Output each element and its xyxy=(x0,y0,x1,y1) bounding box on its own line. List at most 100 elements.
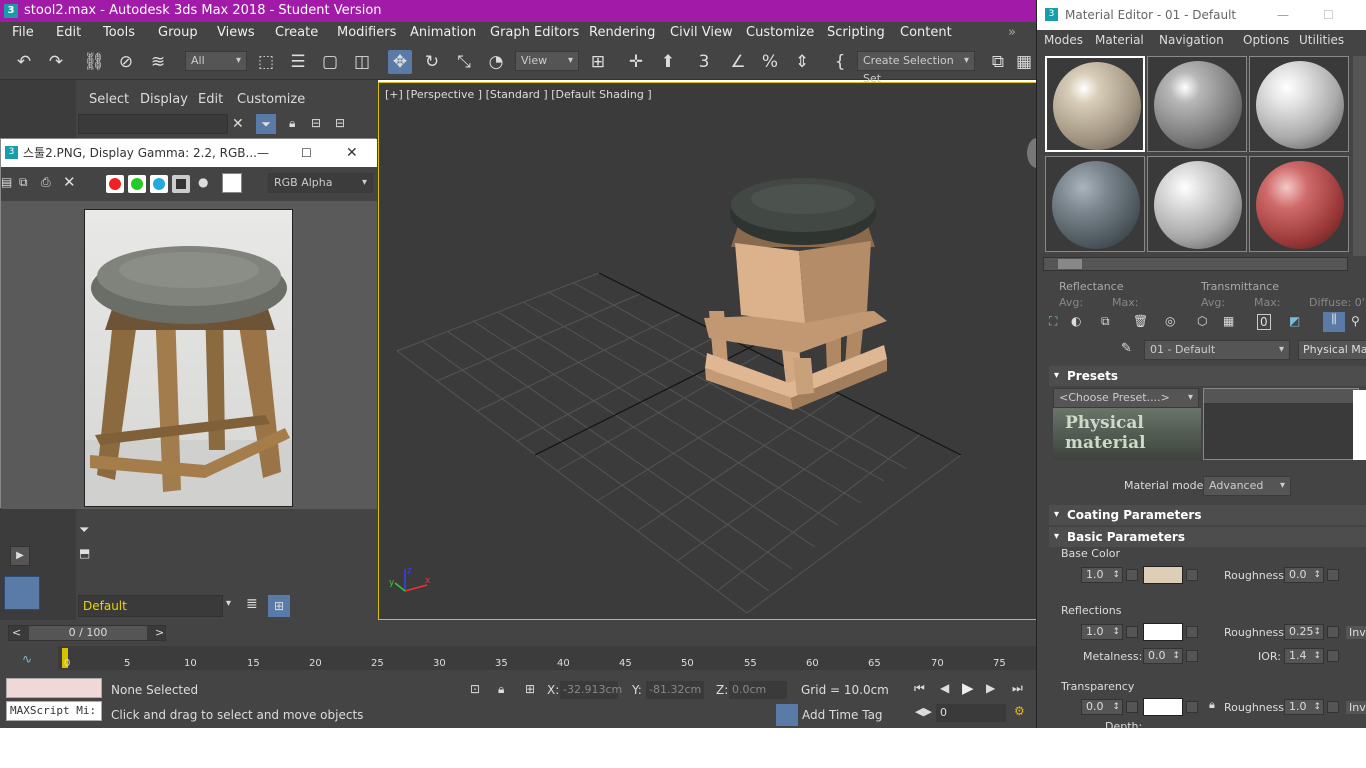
menu-civil-view[interactable]: Civil View xyxy=(670,25,733,40)
align-icon[interactable]: ▦ xyxy=(1012,50,1036,74)
delete-material-icon[interactable]: 🗑︎ xyxy=(1133,314,1148,328)
transparency-roughness-spinner[interactable]: 1.0 xyxy=(1284,699,1324,715)
select-by-name-icon[interactable]: ☰ xyxy=(286,50,310,74)
base-roughness-spinner[interactable]: 0.0 xyxy=(1284,567,1324,583)
reflection-inv-toggle[interactable]: Inv xyxy=(1346,626,1366,639)
roughness-lock-icon[interactable]: 🔒︎ xyxy=(1209,698,1215,712)
menu-customize[interactable]: Customize xyxy=(746,25,814,40)
basic-parameters-rollout[interactable]: Basic Parameters xyxy=(1049,527,1366,547)
layer-dropdown-arrow-icon[interactable]: ▾ xyxy=(226,598,231,609)
pick-material-icon[interactable]: ⚲ xyxy=(1351,314,1360,328)
menu-scripting[interactable]: Scripting xyxy=(827,25,885,40)
put-to-scene-icon[interactable]: ◐ xyxy=(1071,314,1081,328)
folder-icon[interactable]: ⬒ xyxy=(79,546,90,560)
channel-dropdown[interactable]: RGB Alpha xyxy=(268,173,373,193)
material-id-icon[interactable]: ▦ xyxy=(1223,314,1234,328)
link-icon[interactable]: ⛓ xyxy=(82,50,106,74)
sample-slot-6[interactable] xyxy=(1249,156,1349,252)
selection-lock-icon[interactable]: 🔒︎ xyxy=(498,682,504,697)
slider-prev-icon[interactable]: < xyxy=(12,626,21,639)
angle-snap-icon[interactable]: ∠ xyxy=(726,50,750,74)
selection-filter-dropdown[interactable]: All xyxy=(185,51,247,71)
menu-modifiers[interactable]: Modifiers xyxy=(337,25,396,40)
show-end-result-icon[interactable]: ⫼ xyxy=(1323,312,1345,332)
transparency-inv-toggle[interactable]: Inv xyxy=(1346,701,1366,714)
track-bar[interactable]: 0 5 10 15 20 25 30 35 40 45 50 55 60 65 … xyxy=(58,646,1036,670)
perspective-viewport[interactable]: [+] [Perspective ] [Standard ] [Default … xyxy=(378,82,1038,620)
menu-file[interactable]: File xyxy=(12,25,34,40)
mono-button[interactable]: ● xyxy=(198,175,208,189)
base-color-swatch[interactable] xyxy=(1143,566,1183,584)
go-to-end-icon[interactable]: ⏭ xyxy=(1012,681,1023,696)
layer-dropdown[interactable]: Default xyxy=(78,595,223,617)
pivot-center-icon[interactable]: ⊞ xyxy=(586,50,610,74)
time-configuration-icon[interactable]: ⚙ xyxy=(1014,704,1025,718)
base-roughness-map-button[interactable] xyxy=(1327,569,1339,581)
reflection-roughness-spinner[interactable]: 0.25 xyxy=(1284,624,1324,640)
material-name-field[interactable]: 01 - Default xyxy=(1144,340,1290,360)
select-and-move-icon[interactable]: ✥ xyxy=(388,50,412,74)
select-object-icon[interactable]: ⬚ xyxy=(254,50,278,74)
absolute-mode-icon[interactable]: ⊞ xyxy=(525,682,535,696)
transparency-weight-spinner[interactable]: 0.0 xyxy=(1081,699,1123,715)
sample-slot-5[interactable] xyxy=(1147,156,1247,252)
maxscript-mini-listener[interactable]: MAXScript Mi: xyxy=(6,701,102,721)
explorer-tab-select[interactable]: Select xyxy=(89,92,129,107)
reference-coordinate-dropdown[interactable]: View xyxy=(515,51,579,71)
filter-icon[interactable]: ⏷ xyxy=(256,114,276,134)
play-icon[interactable]: ▶ xyxy=(962,679,974,697)
z-coordinate-field[interactable]: 0.0cm xyxy=(729,681,787,699)
sample-slot-1[interactable] xyxy=(1045,56,1145,152)
slider-next-icon[interactable]: > xyxy=(155,626,164,639)
current-frame-field[interactable]: 0 xyxy=(936,704,1006,722)
spinner-snap-icon[interactable]: ⇕ xyxy=(790,50,814,74)
edit-named-selection-icon[interactable]: { xyxy=(828,50,852,74)
explorer-search-input[interactable] xyxy=(78,114,228,134)
metalness-map-button[interactable] xyxy=(1186,650,1198,662)
metalness-spinner[interactable]: 0.0 xyxy=(1143,648,1183,664)
previous-frame-icon[interactable]: ◀︎ xyxy=(940,681,949,695)
red-channel-button[interactable] xyxy=(106,175,124,193)
sample-slot-4[interactable] xyxy=(1045,156,1145,252)
percent-snap-icon[interactable]: % xyxy=(758,50,782,74)
keyboard-shortcut-override-icon[interactable]: ⬆ xyxy=(656,50,680,74)
reflection-weight-spinner[interactable]: 1.0 xyxy=(1081,624,1123,640)
close-icon[interactable]: ✕ xyxy=(346,139,358,167)
funnel-icon[interactable]: ⏷ xyxy=(79,523,89,538)
ior-map-button[interactable] xyxy=(1327,650,1339,662)
menu-content[interactable]: Content xyxy=(900,25,952,40)
transparency-roughness-map-button[interactable] xyxy=(1327,701,1339,713)
menu-utilities[interactable]: Utilities xyxy=(1299,33,1344,47)
library-icon[interactable]: ⬡ xyxy=(1197,314,1207,328)
sample-slot-2[interactable] xyxy=(1147,56,1247,152)
maximize-icon[interactable]: ☐ xyxy=(1323,0,1334,30)
show-in-viewport-icon[interactable]: ◩ xyxy=(1289,314,1300,328)
menu-modes[interactable]: Modes xyxy=(1044,33,1083,47)
go-to-start-icon[interactable]: ⏮ xyxy=(914,681,925,696)
material-type-button[interactable]: Physical Mate xyxy=(1298,340,1366,360)
menu-group[interactable]: Group xyxy=(158,25,198,40)
blue-channel-button[interactable] xyxy=(150,175,168,193)
transparency-weight-map-button[interactable] xyxy=(1126,701,1138,713)
maximize-icon[interactable]: ☐ xyxy=(301,139,312,167)
make-unique-icon[interactable]: ◎ xyxy=(1165,314,1175,328)
snaps-toggle-icon[interactable]: 3 xyxy=(692,50,716,74)
reflection-roughness-map-button[interactable] xyxy=(1327,626,1339,638)
menu-create[interactable]: Create xyxy=(275,25,318,40)
material-mode-dropdown[interactable]: Advanced xyxy=(1203,476,1291,496)
time-tag-icon[interactable] xyxy=(776,704,798,726)
menu-tools[interactable]: Tools xyxy=(103,25,135,40)
menu-graph-editors[interactable]: Graph Editors xyxy=(490,25,579,40)
time-slider[interactable]: < 0 / 100 > xyxy=(8,625,166,641)
base-color-map-button[interactable] xyxy=(1186,569,1198,581)
add-time-tag[interactable]: Add Time Tag xyxy=(802,708,883,722)
print-icon[interactable]: ⎙ xyxy=(41,175,51,190)
maxscript-listener-output[interactable] xyxy=(6,678,102,698)
explorer-tab-customize[interactable]: Customize xyxy=(237,92,305,107)
window-crossing-icon[interactable]: ◫ xyxy=(350,50,374,74)
select-and-scale-icon[interactable]: ⤡ xyxy=(452,50,476,74)
coating-parameters-rollout[interactable]: Coating Parameters xyxy=(1049,505,1366,525)
effects-channel-icon[interactable]: 0 xyxy=(1257,314,1271,330)
menu-views[interactable]: Views xyxy=(217,25,255,40)
transparency-color-swatch[interactable] xyxy=(1143,698,1183,716)
